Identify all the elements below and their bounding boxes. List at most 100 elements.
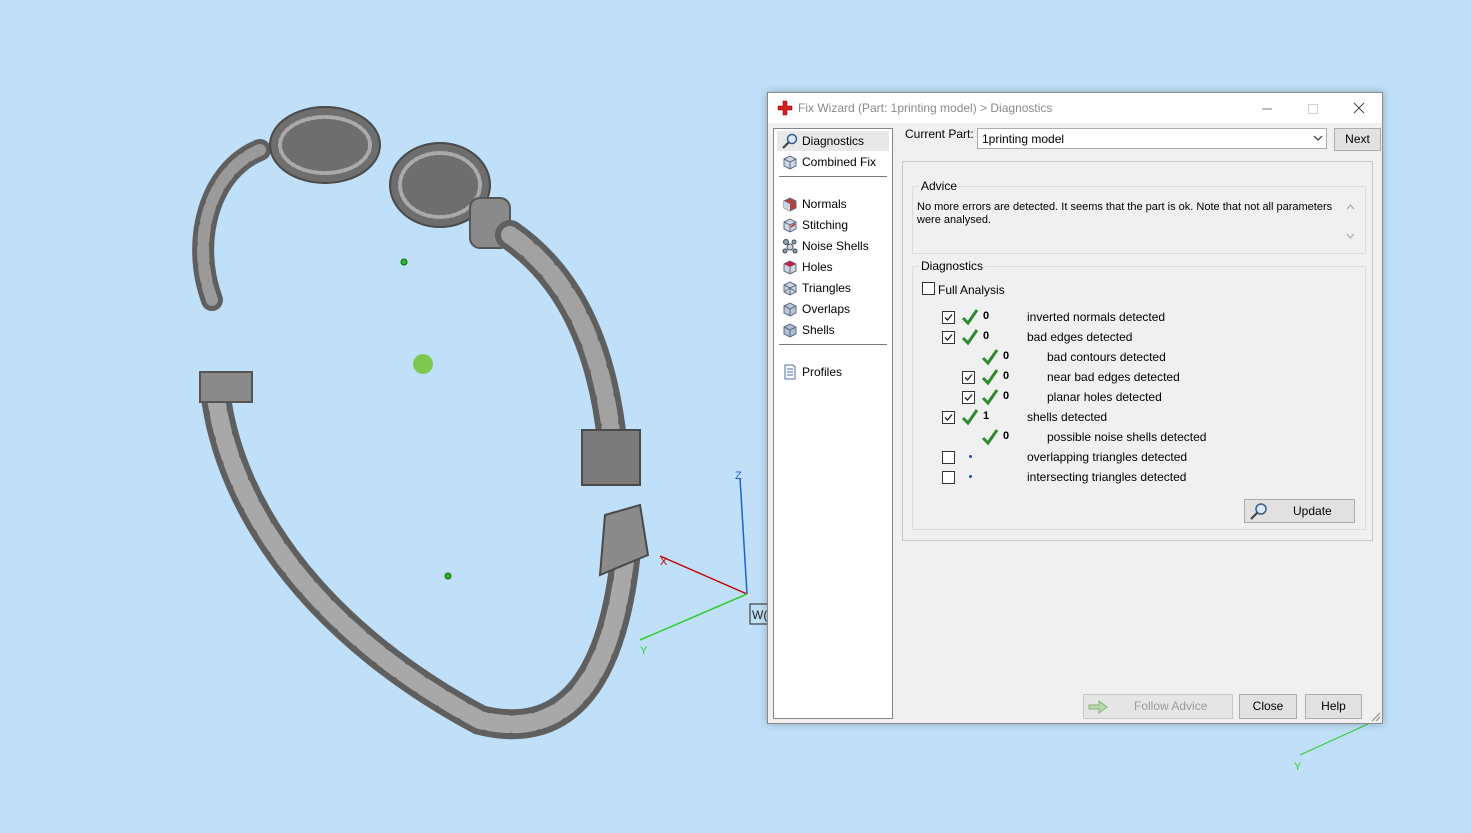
- document-icon: [784, 364, 796, 380]
- close-icon: [1353, 102, 1365, 114]
- nav-label: Noise Shells: [802, 239, 869, 253]
- check-icon: [961, 309, 979, 326]
- diagnostic-row-near-bad-edges: 0 near bad edges detected: [913, 367, 1353, 387]
- diagnostics-panel: Advice No more errors are detected. It s…: [902, 161, 1373, 541]
- diag-count: 0: [1003, 370, 1010, 382]
- scroll-up-icon[interactable]: [1346, 204, 1355, 210]
- nav-label: Triangles: [802, 281, 851, 295]
- full-analysis-checkbox[interactable]: [922, 282, 935, 295]
- diagnostic-row-inverted-normals: 0 inverted normals detected: [913, 307, 1353, 327]
- nav-item-stitching[interactable]: Stitching: [777, 215, 889, 235]
- window-title: Fix Wizard (Part: 1printing model) > Dia…: [798, 101, 1053, 115]
- current-part-label: Current Part:: [905, 127, 974, 141]
- check-icon: [961, 329, 979, 346]
- center-point: [413, 354, 433, 374]
- nav-item-profiles[interactable]: Profiles: [777, 362, 889, 382]
- bad-edges-checkbox[interactable]: [942, 331, 955, 344]
- overlaps-cube-icon: [783, 302, 797, 317]
- check-icon: [981, 369, 999, 386]
- check-icon: [981, 429, 999, 446]
- close-window-button[interactable]: [1336, 93, 1382, 123]
- holes-cube-icon: [783, 260, 797, 275]
- check-icon: [961, 409, 979, 426]
- nav-item-overlaps[interactable]: Overlaps: [777, 299, 889, 319]
- minimize-icon: [1262, 108, 1272, 110]
- pivot-point: [400, 258, 408, 266]
- nav-item-triangles[interactable]: Triangles: [777, 278, 889, 298]
- noise-shells-icon: [782, 239, 798, 254]
- diagnostics-group: Diagnostics Full Analysis 0 inverted nor…: [912, 259, 1366, 530]
- shells-cube-icon: [783, 323, 797, 338]
- diag-count: 0: [1003, 390, 1010, 402]
- diag-label: overlapping triangles detected: [1027, 450, 1188, 464]
- close-button[interactable]: Close: [1239, 694, 1297, 719]
- diag-label: intersecting triangles detected: [1027, 470, 1187, 484]
- advice-text: No more errors are detected. It seems th…: [917, 201, 1343, 245]
- nav-label: Diagnostics: [802, 134, 865, 148]
- diagnostics-title: Diagnostics: [919, 259, 986, 273]
- normals-cube-icon: [783, 197, 797, 212]
- nav-item-noise-shells[interactable]: Noise Shells: [777, 236, 889, 256]
- nav-label: Normals: [802, 197, 847, 211]
- check-icon: [981, 389, 999, 406]
- not-analysed-dot-icon: [969, 475, 972, 478]
- minimize-button[interactable]: [1244, 93, 1290, 123]
- nav-label: Stitching: [802, 218, 849, 232]
- pivot-point: [444, 572, 452, 580]
- current-part-select[interactable]: 1printing model: [977, 128, 1327, 149]
- axis-label-y: Y: [640, 645, 648, 657]
- diagnostic-row-bad-contours: 0 bad contours detected: [913, 347, 1353, 367]
- stitching-cube-icon: [783, 218, 797, 233]
- triangles-cube-icon: [783, 281, 797, 296]
- diagnostic-row-bad-edges: 0 bad edges detected: [913, 327, 1353, 347]
- magnifier-icon: [1250, 503, 1267, 520]
- axis-label-z: Z: [735, 470, 742, 482]
- diag-label: near bad edges detected: [1047, 370, 1180, 384]
- nav-label: Combined Fix: [802, 155, 877, 169]
- viewport-tag: W(: [752, 608, 767, 622]
- diagnostic-row-intersecting-triangles: intersecting triangles detected: [913, 467, 1353, 487]
- maximize-icon: [1308, 104, 1318, 115]
- inverted-normals-checkbox[interactable]: [942, 311, 955, 324]
- overlapping-triangles-checkbox[interactable]: [942, 451, 955, 464]
- nav-item-normals[interactable]: Normals: [777, 194, 889, 214]
- diagnostic-row-overlapping-triangles: overlapping triangles detected: [913, 447, 1353, 467]
- nav-item-shells[interactable]: Shells: [777, 320, 889, 340]
- nav-item-combined-fix[interactable]: Combined Fix: [777, 152, 889, 172]
- diag-label: planar holes detected: [1047, 390, 1162, 404]
- intersecting-triangles-checkbox[interactable]: [942, 471, 955, 484]
- axis-label-y-secondary: Y: [1294, 761, 1302, 773]
- nav-label: Profiles: [802, 365, 843, 379]
- full-analysis-label: Full Analysis: [938, 283, 1005, 297]
- nav-item-holes[interactable]: Holes: [777, 257, 889, 277]
- next-button[interactable]: Next: [1334, 128, 1381, 151]
- update-button[interactable]: Update: [1244, 499, 1355, 523]
- planar-holes-checkbox[interactable]: [962, 391, 975, 404]
- help-button[interactable]: Help: [1305, 694, 1362, 719]
- title-bar[interactable]: Fix Wizard (Part: 1printing model) > Dia…: [768, 93, 1382, 123]
- wizard-nav: Diagnostics Combined Fix Normals Stitchi…: [773, 128, 893, 719]
- check-icon: [981, 349, 999, 366]
- diag-label: possible noise shells detected: [1047, 430, 1207, 444]
- scroll-down-icon[interactable]: [1346, 233, 1355, 239]
- bracelet-model: [192, 106, 650, 740]
- follow-advice-button[interactable]: Follow Advice: [1083, 694, 1233, 719]
- nav-item-diagnostics[interactable]: Diagnostics: [777, 131, 889, 151]
- diag-count: 0: [1003, 430, 1010, 442]
- advice-title: Advice: [919, 179, 960, 193]
- maximize-button[interactable]: [1290, 93, 1336, 123]
- diag-label: bad contours detected: [1047, 350, 1166, 364]
- resize-grip-icon[interactable]: [1370, 711, 1381, 722]
- near-bad-edges-checkbox[interactable]: [962, 371, 975, 384]
- nav-separator: [779, 176, 887, 178]
- chevron-down-icon: [1313, 135, 1323, 141]
- diag-label: shells detected: [1027, 410, 1108, 424]
- follow-advice-label: Follow Advice: [1134, 699, 1208, 713]
- diag-count: 0: [1003, 350, 1010, 362]
- shells-checkbox[interactable]: [942, 411, 955, 424]
- red-cross-icon: [777, 100, 793, 116]
- nav-label: Holes: [802, 260, 833, 274]
- advice-group: Advice No more errors are detected. It s…: [912, 179, 1366, 254]
- axis-label-x: X: [660, 556, 668, 568]
- not-analysed-dot-icon: [969, 455, 972, 458]
